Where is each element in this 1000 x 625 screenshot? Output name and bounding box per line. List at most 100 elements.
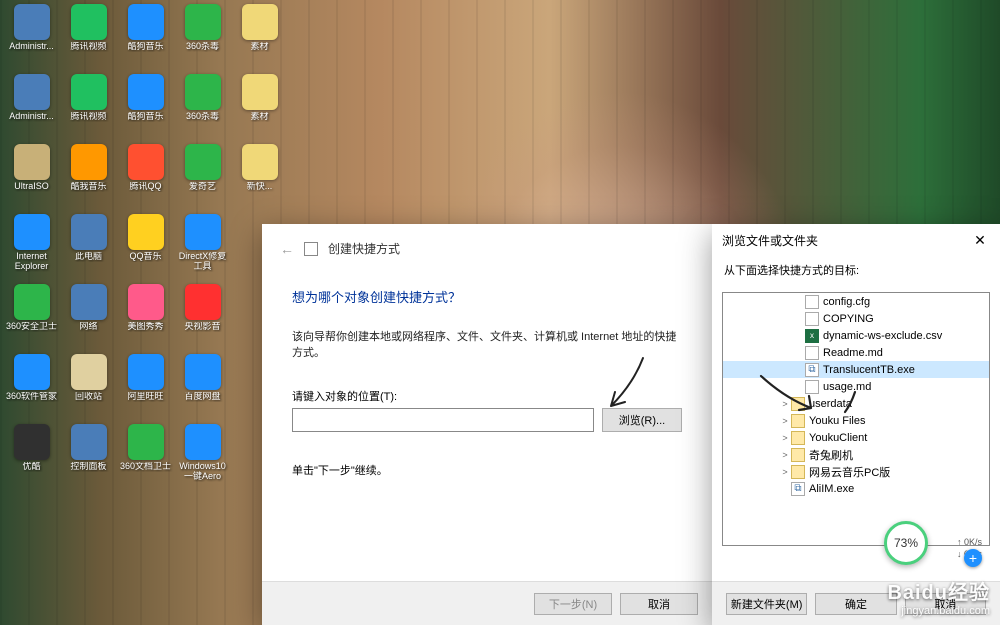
folder-tree[interactable]: config.cfgCOPYINGxdynamic-ws-exclude.csv… [722, 292, 990, 546]
desktop-icon[interactable]: 央视影音 [175, 284, 230, 352]
expand-arrow-icon[interactable]: > [779, 433, 791, 443]
desktop-icon[interactable]: Administr... [4, 4, 59, 72]
tree-node[interactable]: >YoukuClient [723, 429, 989, 446]
next-instruction: 单击"下一步"继续。 [292, 462, 682, 478]
desktop-icon[interactable]: 控制面板 [61, 424, 116, 492]
desktop-icon-grid: Administr...腾讯视频酷狗音乐360杀毒素材Administr...腾… [0, 0, 291, 496]
app-icon [128, 214, 164, 250]
desktop-icon[interactable]: 百度网盘 [175, 354, 230, 422]
app-icon [71, 144, 107, 180]
desktop-icon[interactable]: 素材 [232, 4, 287, 72]
app-icon [242, 144, 278, 180]
app-icon [14, 74, 50, 110]
ok-button[interactable]: 确定 [815, 593, 896, 615]
desktop-icon[interactable]: 360软件管家 [4, 354, 59, 422]
desktop-icon[interactable]: Administr... [4, 74, 59, 142]
location-input[interactable] [292, 408, 594, 432]
tree-node[interactable]: >Youku Files [723, 412, 989, 429]
desktop-icon[interactable]: 回收站 [61, 354, 116, 422]
cancel-button[interactable]: 取消 [620, 593, 698, 615]
tree-node[interactable]: ⧉ TranslucentTB.exe [723, 361, 989, 378]
desktop-icon-label: QQ音乐 [118, 252, 173, 262]
desktop-icon[interactable]: DirectX修复工具 [175, 214, 230, 282]
tree-node[interactable]: ⧉AliIM.exe [723, 480, 989, 497]
tree-node[interactable]: > userdata [723, 395, 989, 412]
desktop-icon[interactable]: 360安全卫士 [4, 284, 59, 352]
desktop-icon-label: 新快... [232, 182, 287, 192]
file-icon [805, 312, 819, 326]
tree-node[interactable]: config.cfg [723, 293, 989, 310]
desktop-icon-label: 腾讯视频 [61, 42, 116, 52]
desktop-icon[interactable]: 腾讯视频 [61, 4, 116, 72]
desktop-icon-label: 爱奇艺 [175, 182, 230, 192]
tree-node[interactable]: COPYING [723, 310, 989, 327]
app-icon [71, 214, 107, 250]
desktop-icon-label: Administr... [4, 112, 59, 122]
desktop-icon[interactable]: 网络 [61, 284, 116, 352]
desktop-icon-label: 360杀毒 [175, 112, 230, 122]
expand-arrow-icon[interactable]: > [779, 467, 791, 477]
desktop-icon[interactable]: 新快... [232, 144, 287, 212]
app-icon [128, 74, 164, 110]
browse-files-dialog: 浏览文件或文件夹 ✕ 从下面选择快捷方式的目标: config.cfgCOPYI… [712, 224, 1000, 625]
tree-node-label: userdata [809, 398, 852, 410]
tree-node-label: 网易云音乐PC版 [809, 464, 890, 480]
app-icon [185, 4, 221, 40]
expand-arrow-icon[interactable]: > [779, 399, 791, 409]
desktop-icon[interactable]: 腾讯QQ [118, 144, 173, 212]
app-icon [242, 4, 278, 40]
desktop-icon[interactable]: 酷我音乐 [61, 144, 116, 212]
new-folder-button[interactable]: 新建文件夹(M) [726, 593, 807, 615]
expand-arrow-icon[interactable]: > [779, 416, 791, 426]
folder-icon [791, 465, 805, 479]
tree-node[interactable]: >奇兔刷机 [723, 446, 989, 463]
file-icon [805, 295, 819, 309]
desktop-icon[interactable]: 酷狗音乐 [118, 74, 173, 142]
close-icon[interactable]: ✕ [970, 232, 990, 249]
tree-node[interactable]: usage.md [723, 378, 989, 395]
desktop-icon-label: 360文档卫士 [118, 462, 173, 472]
desktop-icon[interactable]: 此电脑 [61, 214, 116, 282]
desktop-icon[interactable]: 美图秀秀 [118, 284, 173, 352]
desktop-icon[interactable]: 优酷 [4, 424, 59, 492]
next-button[interactable]: 下一步(N) [534, 593, 612, 615]
desktop-icon[interactable]: 360杀毒 [175, 4, 230, 72]
location-label: 请键入对象的位置(T): [292, 388, 682, 404]
desktop-icon-label: Administr... [4, 42, 59, 52]
desktop-icon[interactable]: 360杀毒 [175, 74, 230, 142]
desktop-icon[interactable]: QQ音乐 [118, 214, 173, 282]
create-shortcut-wizard-dialog: ← 创建快捷方式 想为哪个对象创建快捷方式？ 该向导帮你创建本地或网络程序、文件… [262, 224, 712, 625]
desktop-icon[interactable]: 酷狗音乐 [118, 4, 173, 72]
desktop-icon-label: 酷狗音乐 [118, 112, 173, 122]
app-icon [185, 424, 221, 460]
app-icon [128, 354, 164, 390]
back-arrow-icon[interactable]: ← [280, 241, 294, 257]
browse-button[interactable]: 浏览(R)... [602, 408, 682, 432]
network-speed-ball[interactable]: 73% [884, 521, 928, 565]
tree-node-label: Readme.md [823, 347, 883, 359]
desktop-icon[interactable]: Windows10一键Aero [175, 424, 230, 492]
tree-node[interactable]: > 网易云音乐PC版 [723, 463, 989, 480]
desktop-icon-label: Internet Explorer [4, 252, 59, 272]
browse-dialog-title: 浏览文件或文件夹 [722, 232, 818, 249]
tree-node[interactable]: Readme.md [723, 344, 989, 361]
desktop-icon[interactable]: UltraISO [4, 144, 59, 212]
desktop-icon-label: DirectX修复工具 [175, 252, 230, 272]
exe-icon: ⧉ [805, 363, 819, 377]
speed-plus-button[interactable]: + [964, 549, 982, 567]
desktop-icon[interactable]: Internet Explorer [4, 214, 59, 282]
desktop-icon[interactable]: 素材 [232, 74, 287, 142]
expand-arrow-icon[interactable]: > [779, 450, 791, 460]
app-icon [14, 424, 50, 460]
app-icon [71, 4, 107, 40]
desktop-icon[interactable]: 360文档卫士 [118, 424, 173, 492]
app-icon [128, 4, 164, 40]
app-icon [185, 354, 221, 390]
desktop-icon[interactable]: 腾讯视频 [61, 74, 116, 142]
desktop-icon[interactable]: 阿里旺旺 [118, 354, 173, 422]
tree-node[interactable]: xdynamic-ws-exclude.csv [723, 327, 989, 344]
app-icon [14, 4, 50, 40]
desktop-icon[interactable]: 爱奇艺 [175, 144, 230, 212]
desktop-icon-label: 控制面板 [61, 462, 116, 472]
tree-node-label: TranslucentTB.exe [823, 364, 915, 376]
